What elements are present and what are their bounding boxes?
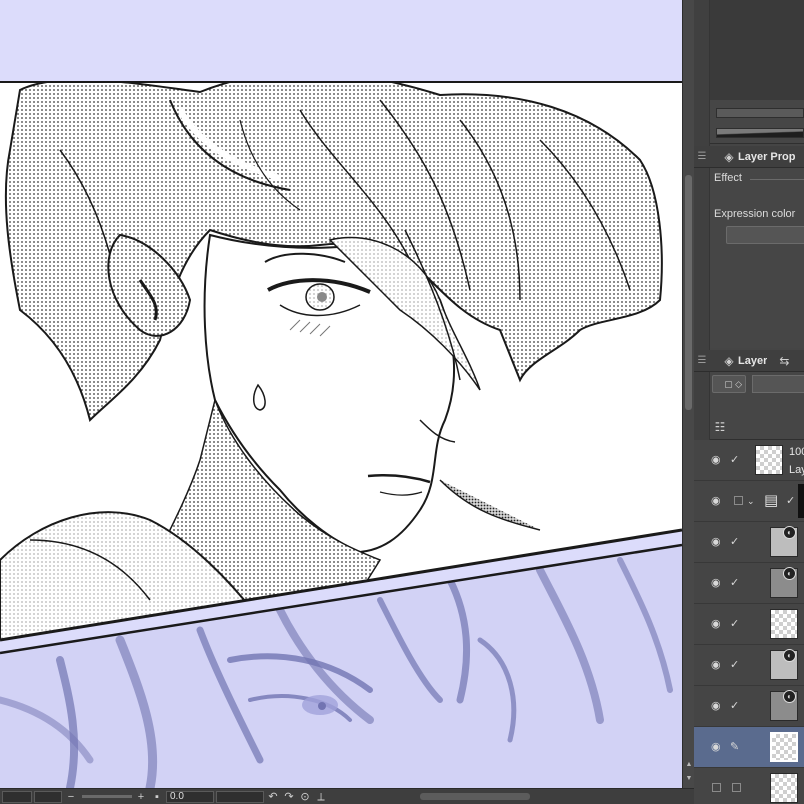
layer-check-icon[interactable]: ✓ xyxy=(730,658,742,672)
layer-toolbar: ▢ ◇ xyxy=(710,372,804,400)
minus-icon[interactable]: − xyxy=(64,790,78,804)
pen-edit-icon[interactable]: ✎ xyxy=(730,740,742,754)
visibility-empty-icon[interactable] xyxy=(712,783,721,792)
visibility-eye-icon[interactable]: ◉ xyxy=(711,454,725,466)
canvas-vertical-scrollbar[interactable]: ▲ ▼ xyxy=(682,0,694,788)
layer-check-icon[interactable]: ✓ xyxy=(730,699,742,713)
blend-mode-select[interactable]: ▢ ◇ xyxy=(712,375,746,393)
layer-row-selected[interactable]: ◉ ✎ xyxy=(694,727,804,768)
flip-icon[interactable]: ⟂ xyxy=(314,790,328,804)
layer-name: Lay xyxy=(789,464,804,476)
panel-grip-icon[interactable]: ☰ xyxy=(694,355,710,366)
layer-check-icon[interactable]: ✓ xyxy=(730,535,742,549)
layer-toolbar-secondary: ☷ xyxy=(710,400,804,440)
zoom-field[interactable] xyxy=(2,790,32,803)
layer-opacity-label: 100 xyxy=(789,446,804,458)
zoom-slider[interactable] xyxy=(82,795,132,798)
horizontal-scroll-thumb[interactable] xyxy=(420,793,530,800)
chevron-down-icon[interactable]: ⌄ xyxy=(747,496,755,507)
effect-label: Effect xyxy=(714,172,742,184)
layer-property-icon[interactable]: ◈ xyxy=(720,149,738,165)
visibility-eye-icon[interactable]: ◉ xyxy=(711,618,725,630)
layer-mask-badge-icon: ◐ xyxy=(783,567,796,580)
visibility-eye-icon[interactable]: ◉ xyxy=(711,536,725,548)
layer-folder-row[interactable]: ◉ ⌄ ▤ ✓ xyxy=(694,481,804,522)
layer-search-icon[interactable]: ⇆ xyxy=(775,353,793,369)
visibility-eye-icon[interactable]: ◉ xyxy=(711,700,725,712)
plus-icon[interactable]: + xyxy=(134,790,148,804)
visibility-eye-icon[interactable]: ◉ xyxy=(711,659,725,671)
layer-mask-badge-icon: ◐ xyxy=(783,526,796,539)
effect-divider xyxy=(750,179,804,180)
layer-check-icon[interactable]: ✓ xyxy=(730,576,742,590)
canvas-status-bar: − + ▪ 0.0 ↶ ↷ ⊙ ⟂ xyxy=(0,788,710,804)
layer-row[interactable]: ◉ ✓ ◐ xyxy=(694,686,804,727)
layer-row[interactable]: ◉ ✓ ◐ xyxy=(694,522,804,563)
folder-icon: ▤ xyxy=(764,492,779,509)
visibility-eye-icon[interactable]: ◉ xyxy=(711,741,725,753)
vertical-scroll-thumb[interactable] xyxy=(685,175,692,410)
brush-size-slider[interactable] xyxy=(716,108,804,118)
layer-panel-header: ☰ ◈ Layer ⇆ xyxy=(694,350,804,372)
layer-thumbnail xyxy=(770,732,798,762)
panel-grip-icon[interactable]: ☰ xyxy=(694,151,710,162)
rotate-left-icon[interactable]: ↶ xyxy=(266,790,280,804)
layer-mask-badge-icon: ◐ xyxy=(783,649,796,662)
layer-opacity-field[interactable] xyxy=(752,375,804,393)
layer-row[interactable]: ◉ ✓ xyxy=(694,604,804,645)
layer-list[interactable]: ◉ ✓ 100 Lay ◉ ⌄ ▤ ✓ ◉ ✓ ◐ ◉ ✓ ◐ xyxy=(694,440,804,804)
opacity-slider[interactable] xyxy=(716,128,804,138)
visibility-eye-icon[interactable]: ◉ xyxy=(711,577,725,589)
rotate-right-icon[interactable]: ↷ xyxy=(282,790,296,804)
layer-property-panel-header: ☰ ◈ Layer Prop xyxy=(694,146,804,168)
scroll-down-icon[interactable]: ▼ xyxy=(684,774,694,784)
layer-stack-icon[interactable]: ◈ xyxy=(720,353,738,369)
layer-check-icon[interactable]: ✓ xyxy=(730,453,742,467)
folder-color-bar xyxy=(798,484,804,518)
layer-check-empty-icon[interactable] xyxy=(732,783,741,792)
drawing-canvas[interactable] xyxy=(0,0,682,788)
right-panel-dock: ☰ ◈ Layer Prop Effect Expression color ☰… xyxy=(694,0,804,804)
manga-artwork xyxy=(0,0,682,788)
tool-property-sliders xyxy=(710,100,804,144)
scroll-up-icon[interactable]: ▲ xyxy=(684,760,694,770)
layer-row[interactable] xyxy=(694,768,804,804)
rotation-preset-field[interactable] xyxy=(216,790,264,803)
layer-palette-icon[interactable]: ☷ xyxy=(713,420,727,434)
layer-check-icon[interactable]: ✓ xyxy=(786,494,798,508)
visibility-eye-icon[interactable]: ◉ xyxy=(711,495,725,507)
layer-thumbnail xyxy=(770,773,798,803)
expression-color-label: Expression color xyxy=(714,208,796,220)
reset-rotation-icon[interactable]: ⊙ xyxy=(298,790,312,804)
layer-row[interactable]: ◉ ✓ ◐ xyxy=(694,563,804,604)
layer-thumbnail xyxy=(755,445,783,475)
layer-tab[interactable]: Layer xyxy=(738,355,767,367)
layer-property-tab[interactable]: Layer Prop xyxy=(738,151,795,163)
layer-row[interactable]: ◉ ✓ ◐ xyxy=(694,645,804,686)
expression-color-select[interactable] xyxy=(726,226,804,244)
layer-row[interactable]: ◉ ✓ 100 Lay xyxy=(694,440,804,481)
rotation-angle-field[interactable]: 0.0 xyxy=(166,790,214,803)
navigator-area xyxy=(710,0,804,100)
layer-check-icon[interactable]: ✓ xyxy=(730,617,742,631)
layer-mask-badge-icon: ◐ xyxy=(783,690,796,703)
layer-thumbnail xyxy=(770,609,798,639)
fit-icon[interactable]: ▪ xyxy=(150,790,164,804)
zoom-preset-field[interactable] xyxy=(34,790,62,803)
layer-property-panel: Effect Expression color xyxy=(710,168,804,348)
layer-check-empty-icon[interactable] xyxy=(734,496,743,505)
